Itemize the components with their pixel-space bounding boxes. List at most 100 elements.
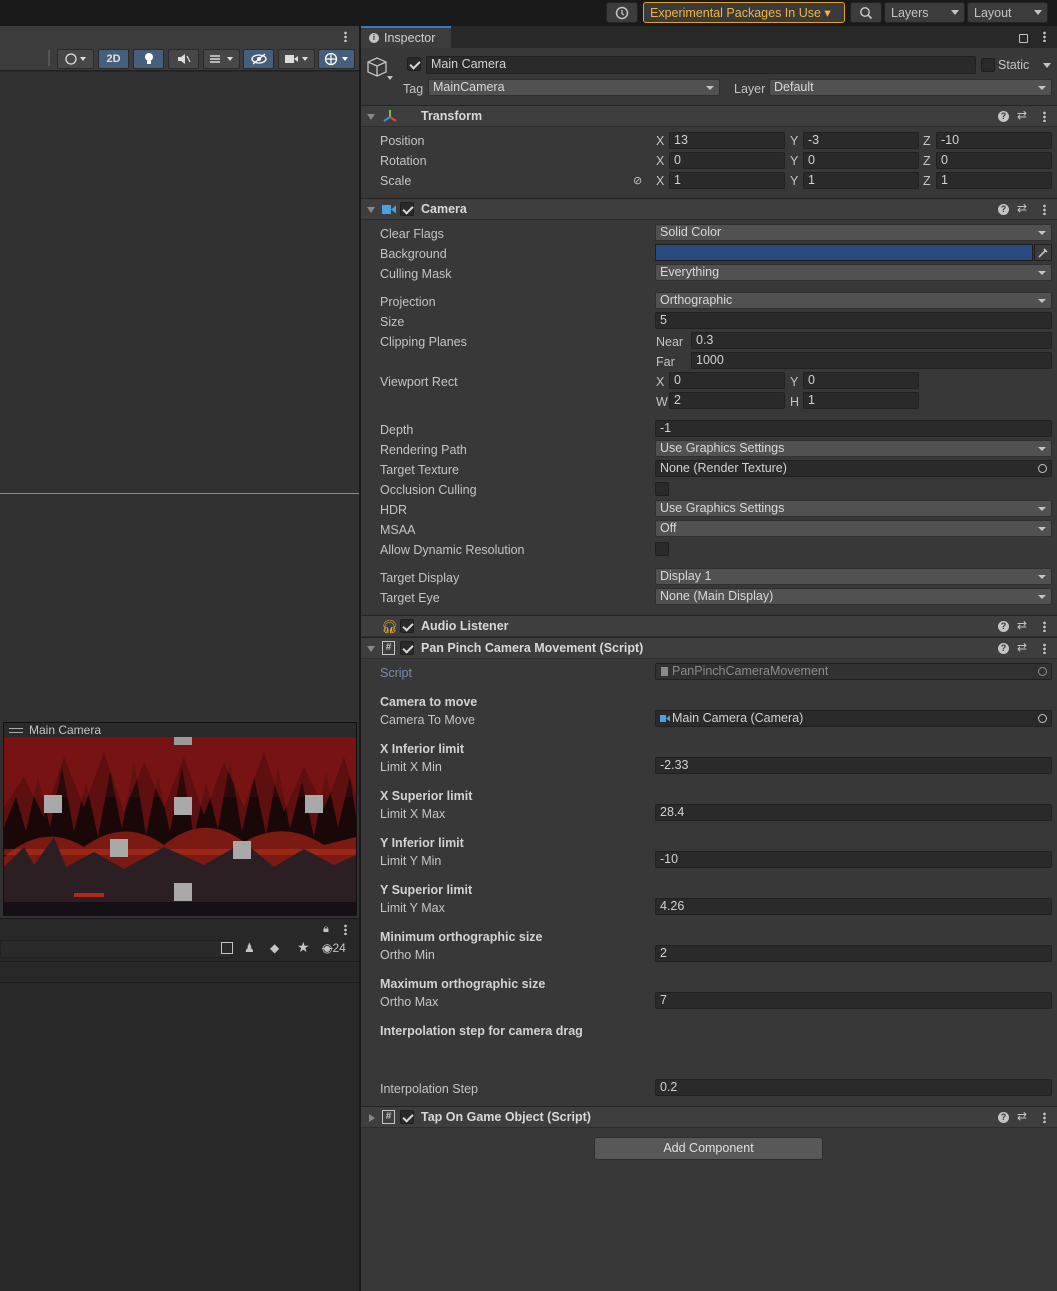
experimental-packages-button[interactable]: Experimental Packages In Use ▾	[643, 2, 845, 23]
more-icon[interactable]	[1043, 1112, 1046, 1123]
shading-mode-button[interactable]	[57, 49, 94, 69]
more-icon[interactable]	[1043, 204, 1046, 215]
search-button[interactable]	[850, 2, 882, 23]
help-icon[interactable]: ?	[998, 643, 1009, 654]
camera-enabled-checkbox[interactable]	[400, 202, 414, 216]
limit-x-min-field[interactable]: -2.33	[655, 757, 1052, 774]
active-checkbox[interactable]	[407, 57, 421, 71]
foldout-arrow-icon[interactable]	[367, 114, 375, 120]
object-name-field[interactable]: Main Camera	[426, 56, 976, 74]
more-icon[interactable]	[1043, 31, 1046, 42]
target-texture-field[interactable]: None (Render Texture)	[655, 460, 1052, 477]
camera-header[interactable]: Camera ? ⇄	[361, 198, 1057, 220]
target-display-dropdown[interactable]: Display 1	[655, 568, 1052, 585]
project-search-input[interactable]	[0, 940, 232, 958]
object-picker-icon[interactable]	[1038, 464, 1047, 473]
size-field[interactable]: 5	[655, 312, 1052, 329]
rotation-z-field[interactable]: 0	[936, 152, 1052, 169]
layer-dropdown[interactable]: Default	[769, 79, 1052, 96]
dynamic-resolution-checkbox[interactable]	[655, 542, 669, 556]
search-by-label-icon[interactable]: ♟	[244, 941, 255, 955]
static-dropdown-arrow[interactable]	[1043, 63, 1051, 68]
limit-y-max-field[interactable]: 4.26	[655, 898, 1052, 915]
hdr-dropdown[interactable]: Use Graphics Settings	[655, 500, 1052, 517]
more-icon[interactable]	[344, 924, 347, 935]
effects-dropdown[interactable]	[203, 49, 240, 69]
msaa-dropdown[interactable]: Off	[655, 520, 1052, 537]
audio-listener-enabled-checkbox[interactable]	[400, 619, 414, 633]
foldout-arrow-icon[interactable]	[367, 207, 375, 213]
limit-x-max-field[interactable]: 28.4	[655, 804, 1052, 821]
pan-pinch-enabled-checkbox[interactable]	[400, 641, 414, 655]
lock-icon[interactable]: 🔒︎	[323, 923, 329, 936]
more-icon[interactable]	[344, 31, 347, 42]
presets-icon[interactable]: ⇄	[1017, 108, 1027, 122]
tap-on-game-object-header[interactable]: # Tap On Game Object (Script) ? ⇄	[361, 1106, 1057, 1128]
viewport-x-field[interactable]: 0	[669, 372, 785, 389]
far-field[interactable]: 1000	[691, 352, 1052, 369]
add-component-button[interactable]: Add Component	[594, 1137, 823, 1160]
foldout-arrow-icon[interactable]	[369, 1114, 375, 1122]
depth-field[interactable]: -1	[655, 420, 1052, 437]
more-icon[interactable]	[1043, 111, 1046, 122]
lock-icon[interactable]	[1019, 34, 1028, 43]
static-checkbox[interactable]	[981, 58, 995, 72]
ortho-min-field[interactable]: 2	[655, 945, 1052, 962]
hidden-packages-toggle[interactable]: ◉24	[322, 941, 346, 955]
scale-x-field[interactable]: 1	[669, 172, 785, 189]
position-z-field[interactable]: -10	[936, 132, 1052, 149]
more-icon[interactable]	[1043, 643, 1046, 654]
tag-dropdown[interactable]: MainCamera	[428, 79, 720, 96]
culling-mask-dropdown[interactable]: Everything	[655, 264, 1052, 281]
audio-listener-header[interactable]: 🎧︎ Audio Listener ? ⇄	[361, 615, 1057, 637]
layers-dropdown[interactable]: Layers	[884, 2, 965, 23]
layout-dropdown[interactable]: Layout	[967, 2, 1048, 23]
more-icon[interactable]	[1043, 621, 1046, 632]
object-picker-icon[interactable]	[1038, 714, 1047, 723]
rotation-x-field[interactable]: 0	[669, 152, 785, 169]
position-y-field[interactable]: -3	[803, 132, 919, 149]
camera-dropdown[interactable]	[278, 49, 315, 69]
mode-2d-button[interactable]: 2D	[98, 49, 129, 69]
scale-z-field[interactable]: 1	[936, 172, 1052, 189]
scale-y-field[interactable]: 1	[803, 172, 919, 189]
foldout-arrow-icon[interactable]	[367, 646, 375, 652]
tag-icon[interactable]: ◆	[270, 941, 279, 955]
presets-icon[interactable]: ⇄	[1017, 618, 1027, 632]
help-icon[interactable]: ?	[998, 204, 1009, 215]
color-picker-button[interactable]	[1034, 244, 1052, 261]
presets-icon[interactable]: ⇄	[1017, 1109, 1027, 1123]
lighting-toggle[interactable]	[133, 49, 164, 69]
constrain-proportions-icon[interactable]: ⊘	[633, 174, 642, 187]
position-x-field[interactable]: 13	[669, 132, 785, 149]
projection-dropdown[interactable]: Orthographic	[655, 292, 1052, 309]
viewport-h-field[interactable]: 1	[803, 392, 919, 409]
search-by-type-icon[interactable]	[221, 942, 233, 954]
help-icon[interactable]: ?	[998, 1112, 1009, 1123]
occlusion-culling-checkbox[interactable]	[655, 482, 669, 496]
star-icon[interactable]: ★	[297, 939, 310, 956]
near-field[interactable]: 0.3	[691, 332, 1052, 349]
transform-header[interactable]: Transform ? ⇄	[361, 105, 1057, 127]
viewport-y-field[interactable]: 0	[803, 372, 919, 389]
pan-pinch-header[interactable]: # Pan Pinch Camera Movement (Script) ? ⇄	[361, 637, 1057, 659]
rotation-y-field[interactable]: 0	[803, 152, 919, 169]
tap-enabled-checkbox[interactable]	[400, 1110, 414, 1124]
help-icon[interactable]: ?	[998, 621, 1009, 632]
presets-icon[interactable]: ⇄	[1017, 640, 1027, 654]
camera-to-move-field[interactable]: Main Camera (Camera)	[655, 710, 1052, 727]
limit-y-min-field[interactable]: -10	[655, 851, 1052, 868]
target-eye-dropdown[interactable]: None (Main Display)	[655, 588, 1052, 605]
interpolation-step-field[interactable]: 0.2	[655, 1079, 1052, 1096]
tab-inspector[interactable]: i Inspector	[361, 26, 451, 48]
viewport-w-field[interactable]: 2	[669, 392, 785, 409]
rendering-path-dropdown[interactable]: Use Graphics Settings	[655, 440, 1052, 457]
help-icon[interactable]: ?	[998, 111, 1009, 122]
history-button[interactable]	[606, 2, 638, 23]
ortho-max-field[interactable]: 7	[655, 992, 1052, 1009]
hidden-objects-toggle[interactable]	[243, 49, 274, 69]
clear-flags-dropdown[interactable]: Solid Color	[655, 224, 1052, 241]
audio-toggle[interactable]	[168, 49, 199, 69]
gizmos-dropdown[interactable]	[318, 49, 355, 69]
background-color-field[interactable]	[655, 244, 1033, 261]
